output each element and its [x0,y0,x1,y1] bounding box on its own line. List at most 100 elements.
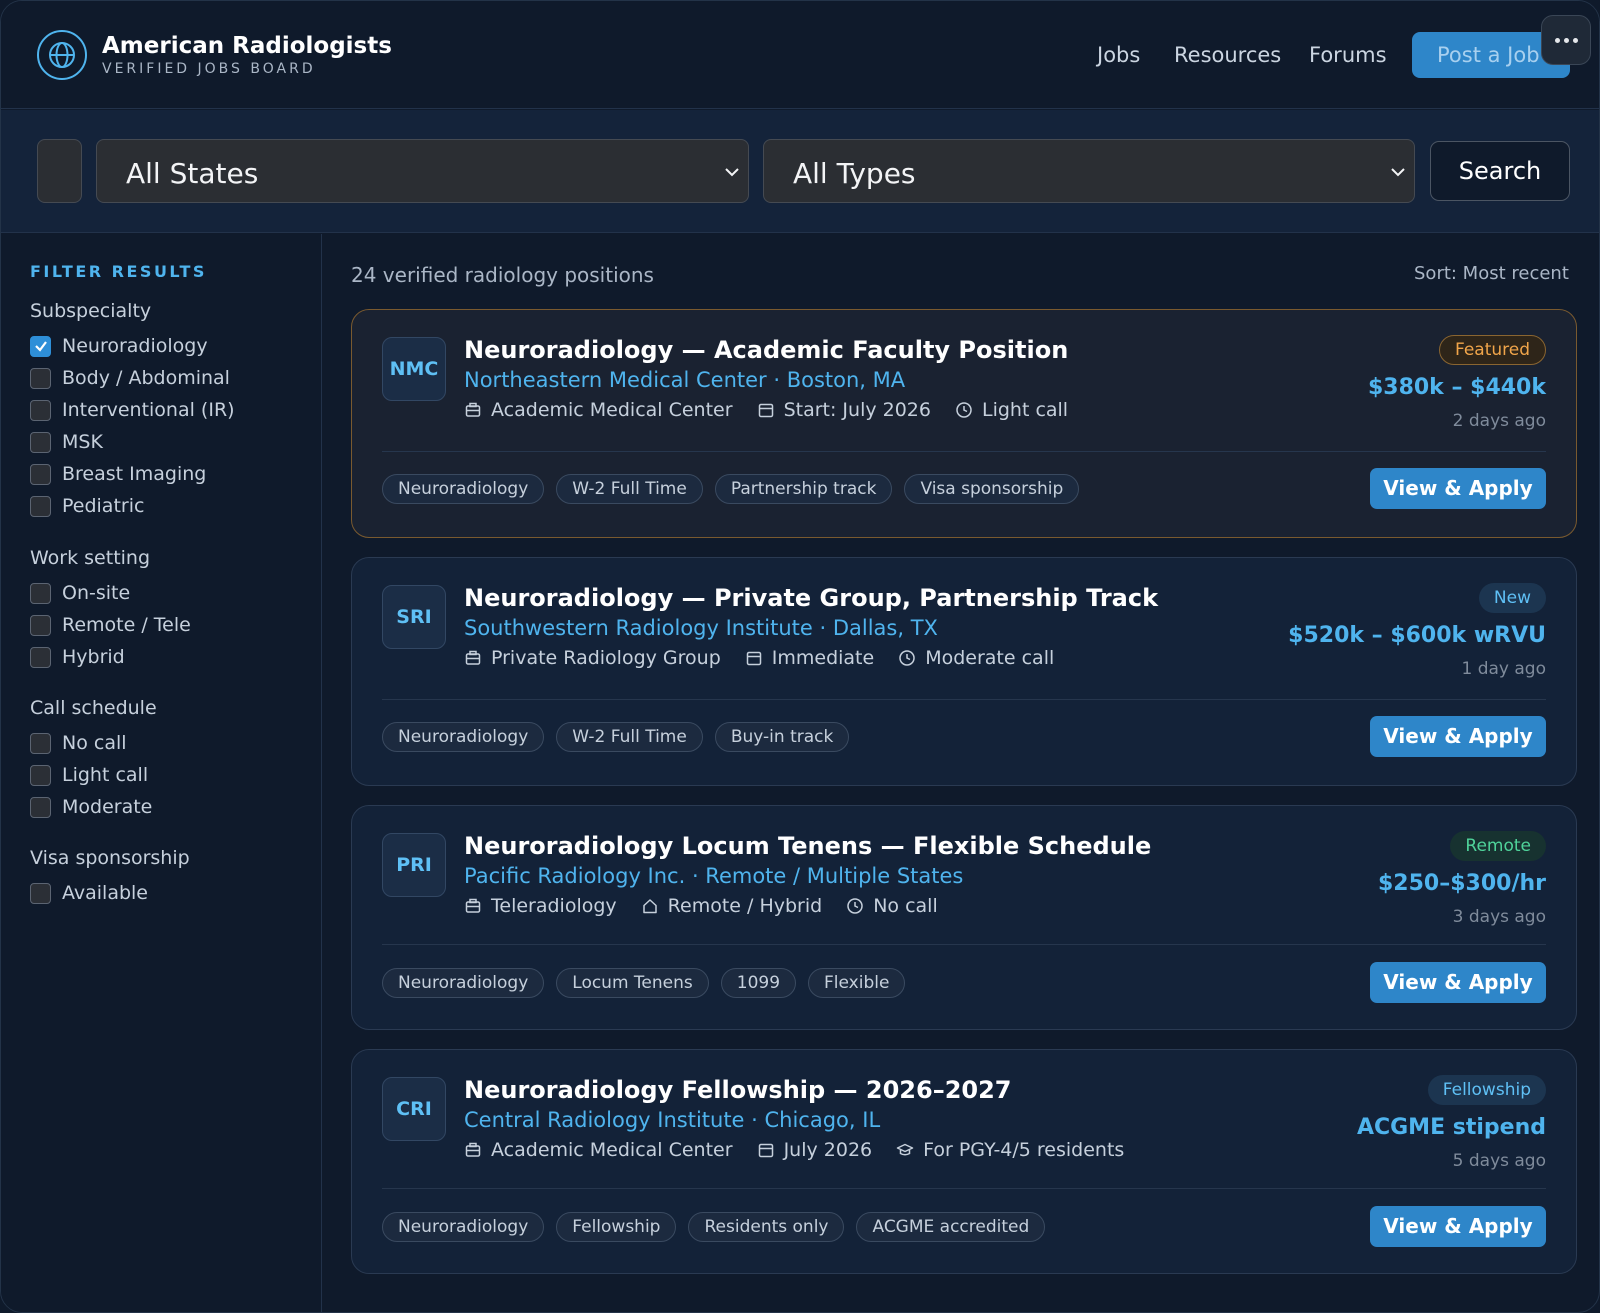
meta-item: For PGY-4/5 residents [896,1139,1124,1161]
nav-jobs[interactable]: Jobs [1097,43,1140,67]
meta-text: Remote / Hybrid [667,895,823,917]
checkbox[interactable] [30,463,51,485]
job-meta: Private Radiology Group Immediate Modera… [464,647,1078,669]
filter-body-abdominal[interactable]: Body / Abdominal [30,366,230,390]
view-apply-button[interactable]: View & Apply [1370,468,1546,509]
tag[interactable]: Residents only [688,1212,845,1242]
state-select[interactable]: All States [96,139,749,203]
meta-item: July 2026 [757,1139,872,1161]
checkbox[interactable] [30,646,51,668]
job-title[interactable]: Neuroradiology — Private Group, Partners… [464,584,1158,612]
tag[interactable]: Neuroradiology [382,474,545,504]
job-title[interactable]: Neuroradiology — Academic Faculty Positi… [464,336,1068,364]
more-icon[interactable] [1541,15,1591,65]
type-select[interactable]: All Types [763,139,1415,203]
filter-remote-tele[interactable]: Remote / Tele [30,613,191,637]
checkbox[interactable] [30,431,51,453]
filter-neuroradiology[interactable]: Neuroradiology [30,334,208,358]
filter-no-call[interactable]: No call [30,731,127,755]
tag[interactable]: Visa sponsorship [904,474,1080,504]
tag[interactable]: 1099 [720,968,797,998]
job-card[interactable]: NMC Neuroradiology — Academic Faculty Po… [351,309,1577,538]
filter-label: Light call [62,764,149,786]
checkbox[interactable] [30,614,51,636]
view-apply-button[interactable]: View & Apply [1370,962,1546,1003]
checkbox[interactable] [30,582,51,604]
tag[interactable]: Locum Tenens [556,968,709,998]
filter-visa-available[interactable]: Available [30,881,148,905]
meta-item: No call [846,895,938,917]
checkbox[interactable] [30,367,51,389]
checkbox[interactable] [30,882,51,904]
brand-title[interactable]: American Radiologists [102,33,392,59]
tag[interactable]: W-2 Full Time [556,474,703,504]
job-org-location[interactable]: Northeastern Medical Center · Boston, MA [464,368,905,392]
search-bar: All States All Types Search [1,110,1599,233]
job-org-location[interactable]: Central Radiology Institute · Chicago, I… [464,1108,880,1132]
posted-time: 2 days ago [1452,411,1546,431]
tag[interactable]: Neuroradiology [382,968,545,998]
divider [382,699,1546,700]
filter-moderate[interactable]: Moderate [30,795,152,819]
type-select-value: All Types [793,157,916,190]
clock-icon [899,650,915,666]
tag[interactable]: Neuroradiology [382,722,545,752]
tag[interactable]: W-2 Full Time [556,722,703,752]
job-title[interactable]: Neuroradiology Fellowship — 2026–2027 [464,1076,1012,1104]
search-button[interactable]: Search [1430,141,1570,201]
tag[interactable]: Buy-in track [714,722,850,752]
view-apply-button[interactable]: View & Apply [1370,716,1546,757]
meta-item: Private Radiology Group [464,647,721,669]
job-org-location[interactable]: Southwestern Radiology Institute · Dalla… [464,616,938,640]
meta-text: Teleradiology [491,895,617,917]
tag-list: Neuroradiology W-2 Full Time Buy-in trac… [382,722,861,752]
job-org-location[interactable]: Pacific Radiology Inc. · Remote / Multip… [464,864,963,888]
filter-label: Pediatric [62,495,145,517]
building-icon [465,1142,481,1157]
tag[interactable]: ACGME accredited [856,1212,1046,1242]
tag-list: Neuroradiology Fellowship Residents only… [382,1212,1057,1242]
tag[interactable]: Partnership track [714,474,893,504]
tag[interactable]: Fellowship [556,1212,677,1242]
filter-msk[interactable]: MSK [30,430,103,454]
filter-label: Moderate [62,796,153,818]
filter-hybrid[interactable]: Hybrid [30,645,125,669]
nav-resources[interactable]: Resources [1174,43,1281,67]
clock-icon [847,898,863,914]
filter-interventional[interactable]: Interventional (IR) [30,398,235,422]
job-title[interactable]: Neuroradiology Locum Tenens — Flexible S… [464,832,1151,860]
tag[interactable]: Flexible [808,968,906,998]
salary: $380k – $440k [1367,375,1546,400]
job-card[interactable]: CRI Neuroradiology Fellowship — 2026–202… [351,1049,1577,1274]
group-label-subspecialty: Subspecialty [30,300,152,322]
checkbox[interactable] [30,335,51,357]
top-header: American Radiologists VERIFIED JOBS BOAR… [1,1,1599,109]
meta-text: Light call [981,399,1069,421]
group-label-visa: Visa sponsorship [30,847,190,869]
globe-icon[interactable] [37,30,87,80]
job-card[interactable]: PRI Neuroradiology Locum Tenens — Flexib… [351,805,1577,1030]
checkbox[interactable] [30,796,51,818]
sort-control[interactable]: Sort: Most recent [1414,263,1569,284]
tag-list: Neuroradiology Locum Tenens 1099 Flexibl… [382,968,917,998]
checkbox[interactable] [30,764,51,786]
filter-label: Remote / Tele [62,614,191,636]
tag[interactable]: Neuroradiology [382,1212,545,1242]
checkbox[interactable] [30,495,51,517]
nav-forums[interactable]: Forums [1309,43,1387,67]
filter-light-call[interactable]: Light call [30,763,148,787]
keyword-input[interactable] [37,139,82,203]
meta-text: Start: July 2026 [783,399,931,421]
filter-label: Neuroradiology [62,335,208,357]
job-card[interactable]: SRI Neuroradiology — Private Group, Part… [351,557,1577,786]
checkbox[interactable] [30,732,51,754]
view-apply-button[interactable]: View & Apply [1370,1206,1546,1247]
filter-pediatric[interactable]: Pediatric [30,494,144,518]
meta-text: Academic Medical Center [491,399,733,421]
graduation-cap-icon [896,1143,914,1156]
filter-breast-imaging[interactable]: Breast Imaging [30,462,206,486]
filter-sidebar: FILTER RESULTS Subspecialty Neuroradiolo… [1,234,322,1312]
filter-on-site[interactable]: On-site [30,581,130,605]
meta-text: Immediate [771,647,875,669]
checkbox[interactable] [30,399,51,421]
